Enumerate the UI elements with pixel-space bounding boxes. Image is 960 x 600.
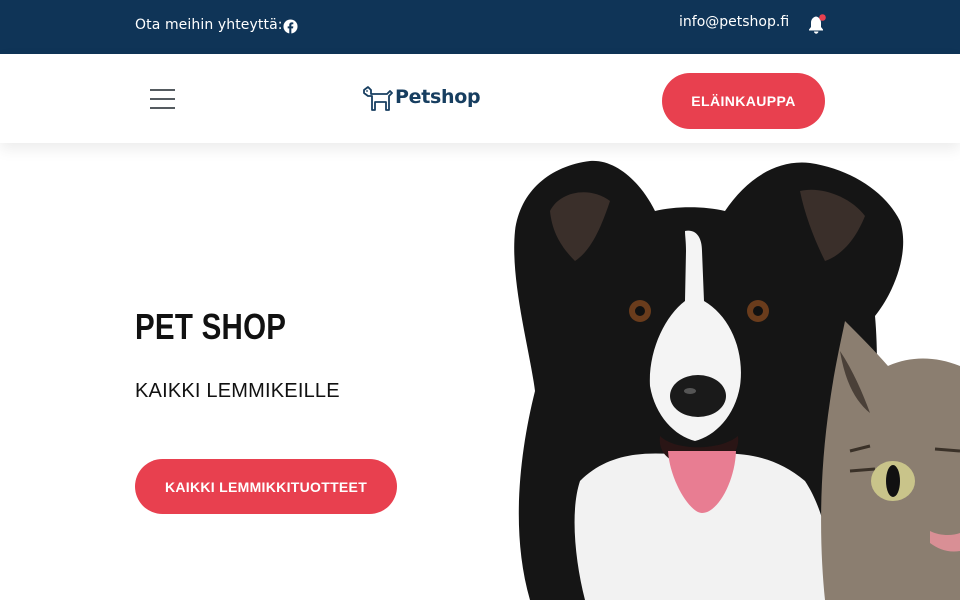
facebook-icon[interactable] xyxy=(283,19,298,34)
top-bar: Ota meihin yhteyttä: info@petshop.fi xyxy=(0,0,960,54)
logo-text: Petshop xyxy=(395,86,481,108)
dog-logo-icon xyxy=(363,86,393,111)
bell-icon[interactable] xyxy=(805,13,829,37)
hero-subtitle: KAIKKI LEMMIKEILLE xyxy=(135,380,340,402)
contact-label: Ota meihin yhteyttä: xyxy=(135,17,283,33)
hero-title: PET SHOP xyxy=(135,306,287,347)
all-pet-products-button[interactable]: KAIKKI LEMMIKKITUOTTEET xyxy=(135,459,397,514)
hero-section: PET SHOP KAIKKI LEMMIKEILLE KAIKKI LEMMI… xyxy=(0,143,960,600)
dog-and-cat-photo xyxy=(514,160,960,600)
email-link[interactable]: info@petshop.fi xyxy=(679,14,789,30)
petshop-logo[interactable]: Petshop xyxy=(361,82,481,116)
eläinkauppa-button[interactable]: ELÄINKAUPPA xyxy=(662,73,825,129)
main-header: Petshop ELÄINKAUPPA xyxy=(0,54,960,143)
hamburger-menu-icon[interactable] xyxy=(150,89,175,109)
